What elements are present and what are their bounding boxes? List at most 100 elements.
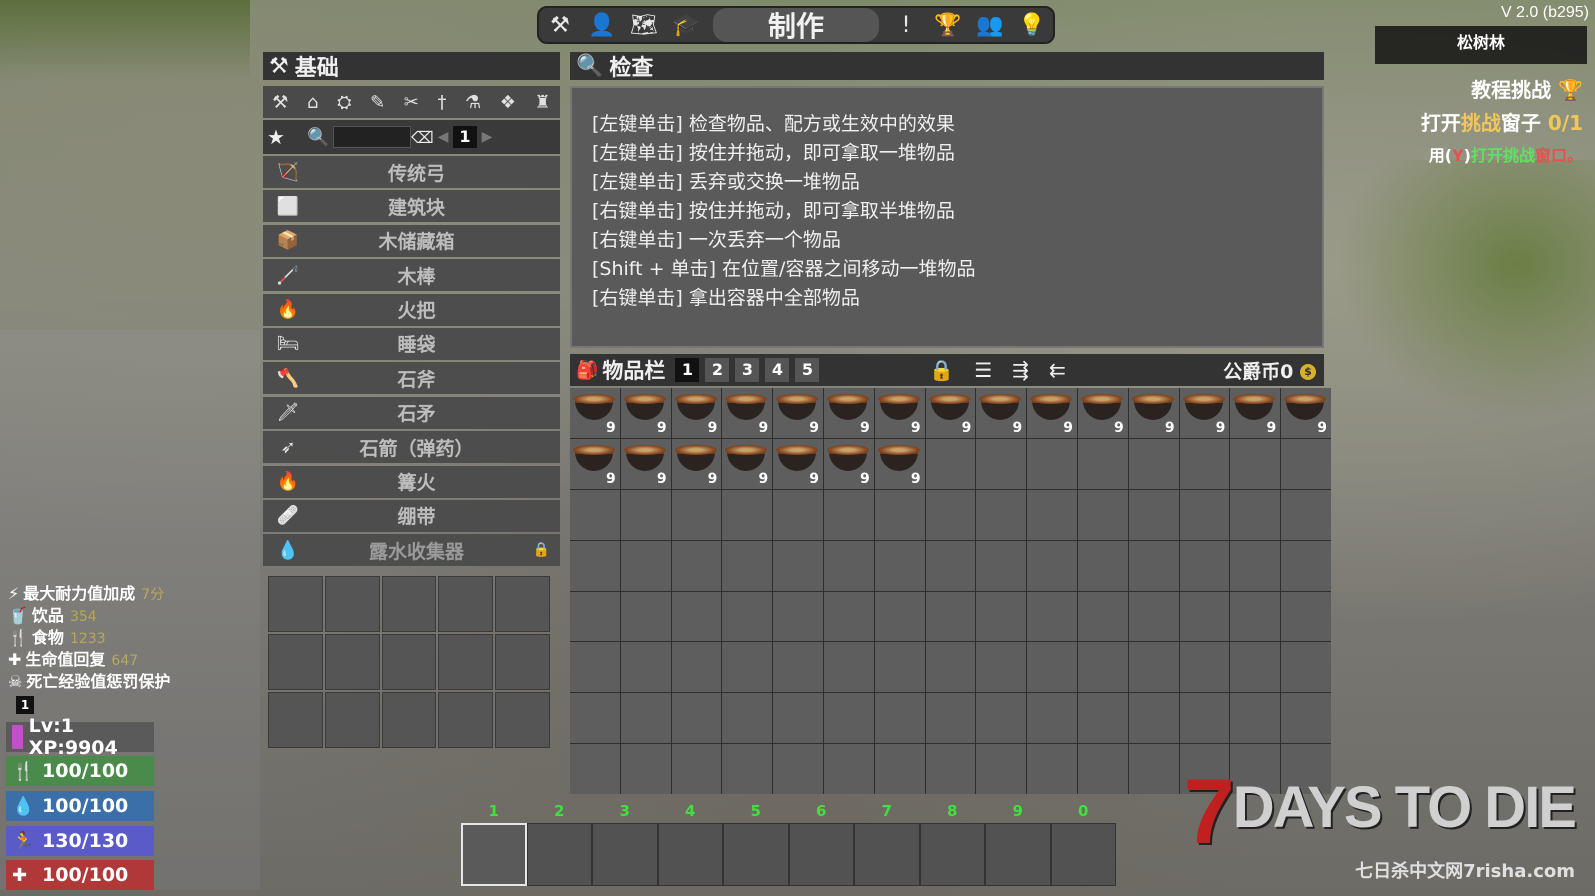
sort-icon[interactable]: ☰ (974, 358, 992, 382)
inventory-slot[interactable] (1128, 540, 1179, 591)
recipe-item[interactable]: 🏹 传统弓 (263, 156, 560, 188)
recipe-item[interactable]: 📦 木储藏箱 (263, 224, 560, 257)
inventory-slot[interactable] (671, 693, 722, 744)
inventory-slot[interactable]: 9 (570, 388, 620, 438)
tips-icon[interactable]: 💡 (1011, 8, 1053, 42)
inventory-slot[interactable] (1230, 693, 1281, 744)
inventory-slot[interactable] (1179, 489, 1230, 540)
inventory-slot[interactable] (823, 642, 874, 693)
inventory-slot[interactable] (570, 693, 620, 744)
hotbar-slot[interactable] (919, 823, 985, 886)
queue-slot[interactable] (495, 576, 550, 632)
inventory-slot[interactable] (874, 744, 925, 794)
inventory-slot[interactable] (722, 744, 773, 794)
inventory-slot[interactable]: 9 (976, 388, 1027, 438)
recipe-item[interactable]: 🪓 石斧 (263, 362, 560, 395)
inventory-slot[interactable] (570, 744, 620, 794)
inventory-slot[interactable] (976, 693, 1027, 744)
recipe-item[interactable]: 🗡 石矛 (263, 396, 560, 429)
inventory-slot[interactable] (620, 489, 671, 540)
recipe-item[interactable]: 💧 露水收集器 🔒 (263, 534, 560, 567)
move-all-icon[interactable]: ⇶ (1012, 358, 1029, 382)
character-icon[interactable]: 👤 (581, 8, 623, 42)
hotbar-slot[interactable] (526, 823, 592, 886)
hotbar-slot[interactable] (657, 823, 723, 886)
inventory-slot[interactable]: 9 (823, 388, 874, 438)
inventory-slot[interactable] (1128, 744, 1179, 794)
inventory-slot[interactable]: 9 (671, 438, 722, 489)
inventory-slot[interactable]: 9 (874, 438, 925, 489)
workstation-icon[interactable]: ⛭ (337, 92, 351, 113)
inventory-slot[interactable] (976, 642, 1027, 693)
inventory-slot[interactable] (1027, 642, 1077, 693)
inventory-slot[interactable] (1179, 540, 1230, 591)
players-icon[interactable]: 👥 (969, 8, 1011, 42)
queue-slot[interactable] (438, 576, 494, 632)
map-icon[interactable]: 🗺 (623, 8, 665, 42)
skills-icon[interactable]: 🎓 (665, 8, 707, 42)
inventory-slot[interactable] (823, 489, 874, 540)
hotbar-slot[interactable] (461, 823, 527, 886)
inventory-slot[interactable] (1027, 591, 1077, 642)
trophy-icon[interactable]: 🏆 (927, 8, 969, 42)
queue-slot[interactable] (268, 576, 323, 632)
inventory-slot[interactable] (570, 642, 620, 693)
inventory-slot[interactable] (1281, 540, 1331, 591)
buff-item[interactable]: 🍴 食物 1233 (8, 624, 176, 647)
inventory-slot[interactable] (1077, 693, 1128, 744)
favorite-star-icon[interactable]: ★ (267, 125, 307, 149)
queue-slot[interactable] (381, 692, 437, 748)
tools-icon[interactable]: ✂ (404, 92, 419, 113)
hotbar-slot[interactable] (788, 823, 854, 886)
inventory-slot[interactable] (671, 540, 722, 591)
inventory-slot[interactable]: 9 (620, 438, 671, 489)
inventory-tab-2[interactable]: 2 (705, 358, 730, 382)
inventory-slot[interactable]: 9 (570, 438, 620, 489)
inventory-slot[interactable] (671, 489, 722, 540)
inventory-slot[interactable] (1077, 591, 1128, 642)
inventory-slot[interactable]: 9 (773, 388, 823, 438)
recipe-item[interactable]: 🩹 绷带 (263, 499, 560, 532)
recipe-item[interactable]: 🔥 火把 (263, 293, 560, 326)
building-icon[interactable]: ⌂ (307, 92, 318, 113)
inventory-slot[interactable] (1230, 591, 1281, 642)
inventory-slot[interactable] (570, 591, 620, 642)
hotbar-slot[interactable] (985, 823, 1051, 886)
queue-slot[interactable] (268, 692, 323, 748)
inventory-slot[interactable]: 9 (874, 388, 925, 438)
inventory-slot[interactable] (1281, 642, 1331, 693)
inventory-slot[interactable] (722, 540, 773, 591)
queue-slot[interactable] (438, 634, 494, 690)
buff-item[interactable]: ⚡ 最大耐力值加成 7分 (8, 580, 176, 603)
inventory-slot[interactable] (976, 438, 1027, 489)
inventory-slot[interactable]: 9 (722, 388, 773, 438)
recipe-item[interactable]: 🦯 木棒 (263, 259, 560, 292)
clear-search-icon[interactable]: ⌫ (411, 128, 434, 147)
inventory-slot[interactable] (976, 591, 1027, 642)
inventory-slot[interactable] (823, 693, 874, 744)
queue-slot[interactable] (438, 692, 494, 748)
quest-icon[interactable]: ! (885, 8, 927, 42)
inventory-slot[interactable] (1077, 744, 1128, 794)
inventory-slot[interactable] (1230, 438, 1281, 489)
weapon-icon[interactable]: † (437, 92, 446, 113)
inventory-slot[interactable] (925, 489, 976, 540)
inventory-slot[interactable] (1027, 693, 1077, 744)
inventory-slot[interactable] (925, 591, 976, 642)
inventory-slot[interactable] (773, 744, 823, 794)
inventory-tab-4[interactable]: 4 (765, 358, 790, 382)
inventory-slot[interactable] (1027, 540, 1077, 591)
inventory-slot[interactable] (925, 540, 976, 591)
inventory-slot[interactable] (1077, 642, 1128, 693)
inventory-slot[interactable]: 9 (1179, 388, 1230, 438)
tool-icon[interactable]: ✎ (370, 92, 385, 113)
inventory-slot[interactable] (620, 693, 671, 744)
inventory-slot[interactable] (823, 591, 874, 642)
buff-item[interactable]: 🥤 饮品 354 (8, 602, 176, 625)
inventory-slot[interactable]: 9 (620, 388, 671, 438)
inventory-slot[interactable] (1027, 744, 1077, 794)
queue-slot[interactable] (381, 634, 437, 690)
inventory-slot[interactable] (773, 540, 823, 591)
hotbar-slot[interactable] (1050, 823, 1116, 886)
inventory-slot[interactable] (671, 744, 722, 794)
